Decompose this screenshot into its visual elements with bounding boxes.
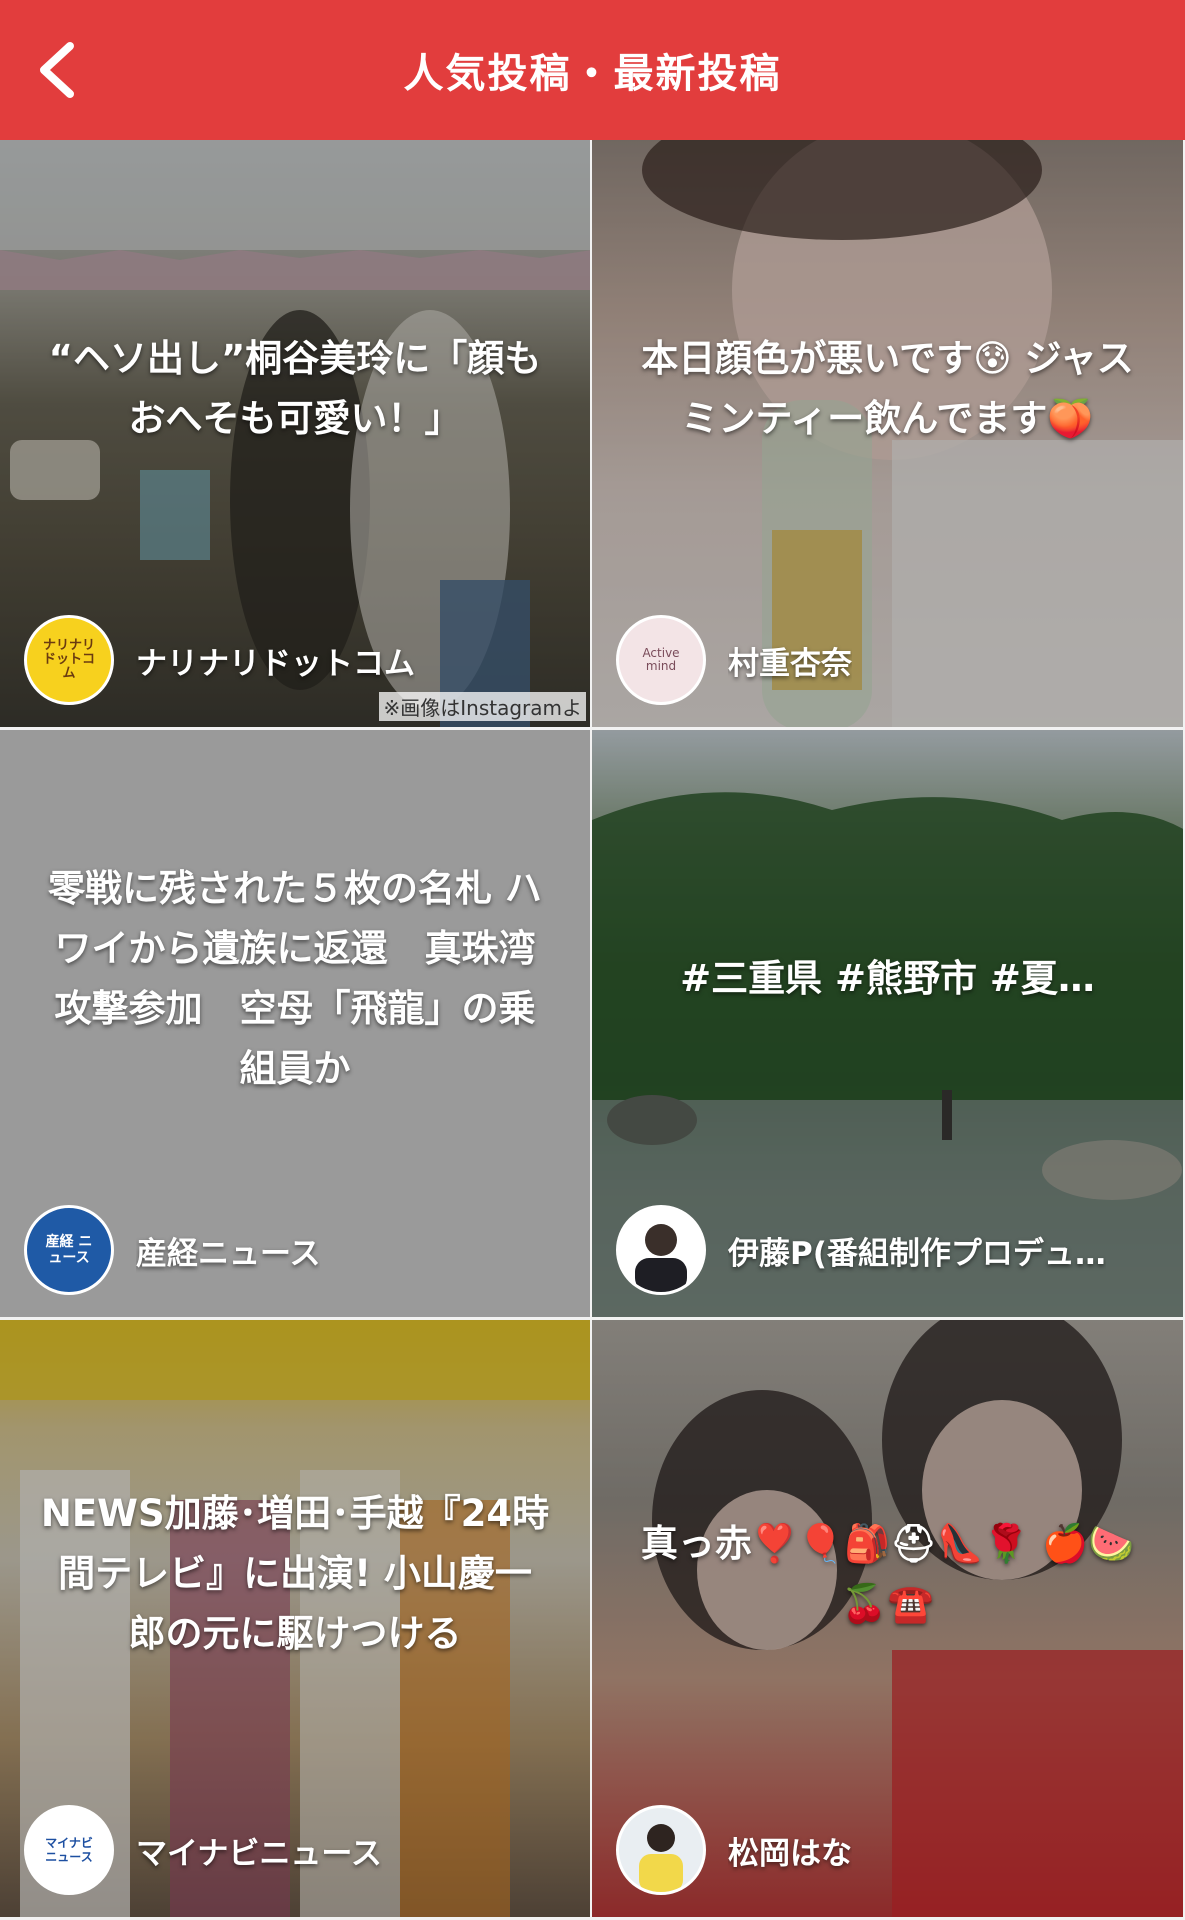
post-card[interactable]: #三重県 #熊野市 #夏… 伊藤P(番組制作プロデュ… bbox=[592, 730, 1185, 1320]
post-author[interactable]: マイナビ ニュース マイナビニュース bbox=[24, 1805, 382, 1895]
author-avatar bbox=[616, 1805, 706, 1895]
image-credit: ※画像はInstagramよ bbox=[379, 692, 586, 721]
post-card[interactable]: NEWS加藤･増田･手越『24時間テレビ』に出演! 小山慶一郎の元に駆けつける … bbox=[0, 1320, 592, 1920]
author-name: ナリナリドットコム bbox=[136, 645, 415, 682]
post-title: 本日顔色が悪いです😰 ジャスミンティー飲んでます🍑 bbox=[641, 336, 1134, 440]
post-author[interactable]: Active mind 村重杏奈 bbox=[616, 615, 852, 705]
author-name: 松岡はな bbox=[728, 1835, 852, 1872]
post-card[interactable]: 本日顔色が悪いです😰 ジャスミンティー飲んでます🍑 Active mind 村重… bbox=[592, 140, 1185, 730]
header-bar: 人気投稿・最新投稿 bbox=[0, 0, 1185, 140]
post-grid: “ヘソ出し”桐谷美玲に「顔もおへそも可愛い！」 ナリナリ ドットコム ナリナリド… bbox=[0, 140, 1185, 1920]
post-title: 零戦に残された５枚の名札 ハワイから遺族に返還 真珠湾攻撃参加 空母「飛龍」の乗… bbox=[48, 866, 542, 1090]
post-author[interactable]: 産経 ニュース 産経ニュース bbox=[24, 1205, 320, 1295]
post-title: 真っ赤❣️🎈🎒⛑👠🌹 🍎🍉🍒☎️ bbox=[640, 1521, 1135, 1625]
author-avatar: 産経 ニュース bbox=[24, 1205, 114, 1295]
post-title: “ヘソ出し”桐谷美玲に「顔もおへそも可愛い！」 bbox=[48, 336, 542, 440]
back-button[interactable] bbox=[26, 40, 86, 100]
author-name: 村重杏奈 bbox=[728, 645, 852, 682]
post-card[interactable]: “ヘソ出し”桐谷美玲に「顔もおへそも可愛い！」 ナリナリ ドットコム ナリナリド… bbox=[0, 140, 592, 730]
chevron-left-icon bbox=[40, 42, 74, 98]
post-title: NEWS加藤･増田･手越『24時間テレビ』に出演! 小山慶一郎の元に駆けつける bbox=[40, 1491, 550, 1655]
author-avatar: ナリナリ ドットコム bbox=[24, 615, 114, 705]
author-avatar: マイナビ ニュース bbox=[24, 1805, 114, 1895]
author-avatar: Active mind bbox=[616, 615, 706, 705]
post-author[interactable]: ナリナリ ドットコム ナリナリドットコム bbox=[24, 615, 415, 705]
avatar-logo-text: 産経 ニュース bbox=[45, 1234, 93, 1266]
author-name: 伊藤P(番組制作プロデュ… bbox=[728, 1235, 1106, 1272]
avatar-logo-text: ナリナリ ドットコム bbox=[42, 638, 95, 681]
avatar-logo-text: Active mind bbox=[642, 646, 680, 673]
avatar-logo-text: マイナビ ニュース bbox=[45, 1836, 93, 1864]
author-name: マイナビニュース bbox=[136, 1835, 382, 1872]
page-title: 人気投稿・最新投稿 bbox=[403, 51, 782, 97]
app-screen: 人気投稿・最新投稿 “ヘソ出し”桐谷美玲に「顔もおへそも可愛い！」 ナリナリ ド… bbox=[0, 0, 1185, 1920]
person-avatar-icon bbox=[635, 1224, 687, 1292]
post-author[interactable]: 松岡はな bbox=[616, 1805, 852, 1895]
post-title: #三重県 #熊野市 #夏… bbox=[680, 956, 1095, 1000]
person-avatar-icon bbox=[639, 1824, 683, 1892]
post-card[interactable]: 零戦に残された５枚の名札 ハワイから遺族に返還 真珠湾攻撃参加 空母「飛龍」の乗… bbox=[0, 730, 592, 1320]
post-card[interactable]: 真っ赤❣️🎈🎒⛑👠🌹 🍎🍉🍒☎️ 松岡はな bbox=[592, 1320, 1185, 1920]
author-avatar bbox=[616, 1205, 706, 1295]
author-name: 産経ニュース bbox=[136, 1235, 321, 1272]
post-author[interactable]: 伊藤P(番組制作プロデュ… bbox=[616, 1205, 1106, 1295]
